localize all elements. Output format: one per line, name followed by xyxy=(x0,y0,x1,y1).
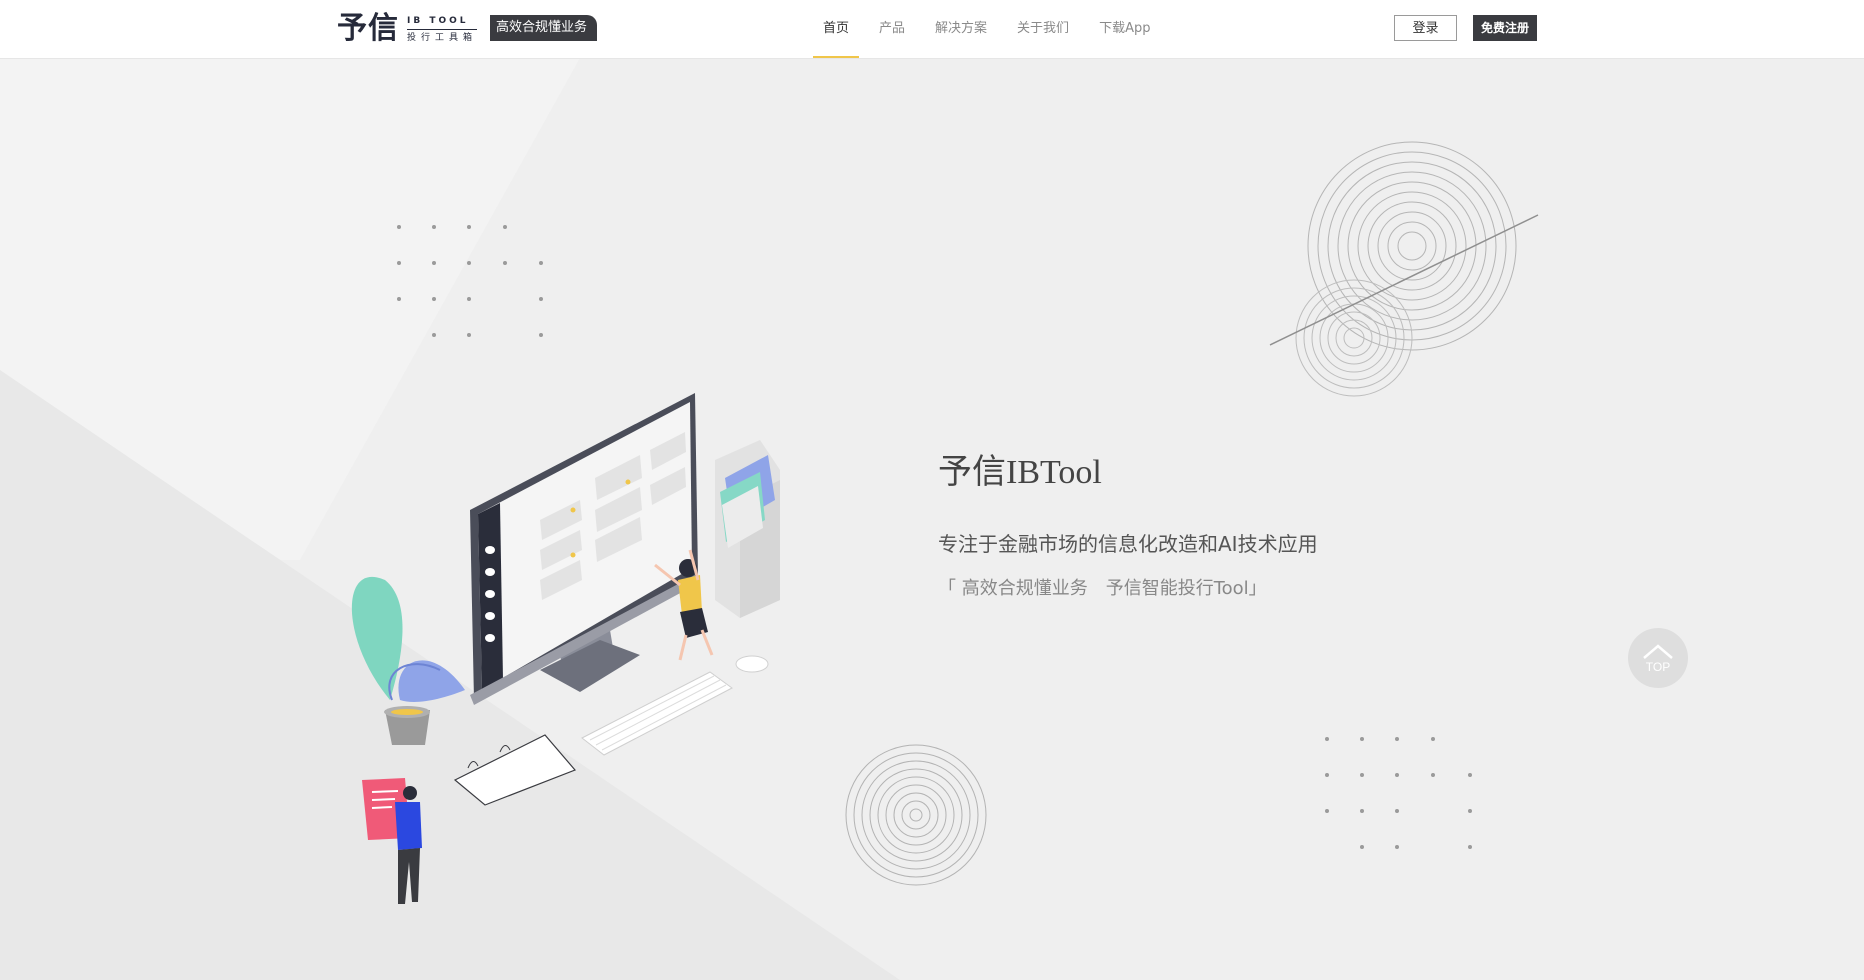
logo-en: IB TOOL xyxy=(407,15,478,30)
logo-text: IB TOOL 投行工具箱 xyxy=(407,15,478,44)
main-nav: 首页 产品 解决方案 关于我们 下载App xyxy=(812,0,1180,58)
slogan-badge: 高效合规懂业务 xyxy=(490,15,598,41)
nav-item-home[interactable]: 首页 xyxy=(812,0,860,58)
brand-logo[interactable]: 予信 IB TOOL 投行工具箱 xyxy=(337,11,478,46)
register-button[interactable]: 免费注册 xyxy=(1473,15,1537,41)
login-button[interactable]: 登录 xyxy=(1394,15,1457,41)
hero-slogan: 「 高效合规懂业务 予信智能投行Tool」 xyxy=(938,578,1267,599)
top-navbar: 予信 IB TOOL 投行工具箱 高效合规懂业务 首页 产品 解决方案 关于我们… xyxy=(0,0,1864,59)
nav-item-products[interactable]: 产品 xyxy=(879,0,905,58)
logo-mark: 予信 xyxy=(337,11,399,46)
chevron-up-icon: TOP xyxy=(1643,644,1673,674)
hero-description: 专注于金融市场的信息化改造和AI技术应用 xyxy=(938,532,1318,556)
hero-background xyxy=(0,58,1864,980)
nav-item-solutions[interactable]: 解决方案 xyxy=(935,0,987,58)
back-to-top-button[interactable]: TOP xyxy=(1628,628,1688,688)
nav-item-about[interactable]: 关于我们 xyxy=(1017,0,1069,58)
nav-item-download-app[interactable]: 下载App xyxy=(1099,0,1150,58)
hero-title: 予信IBTool xyxy=(938,454,1102,491)
back-to-top-label: TOP xyxy=(1646,660,1670,674)
logo-cn: 投行工具箱 xyxy=(407,32,478,43)
